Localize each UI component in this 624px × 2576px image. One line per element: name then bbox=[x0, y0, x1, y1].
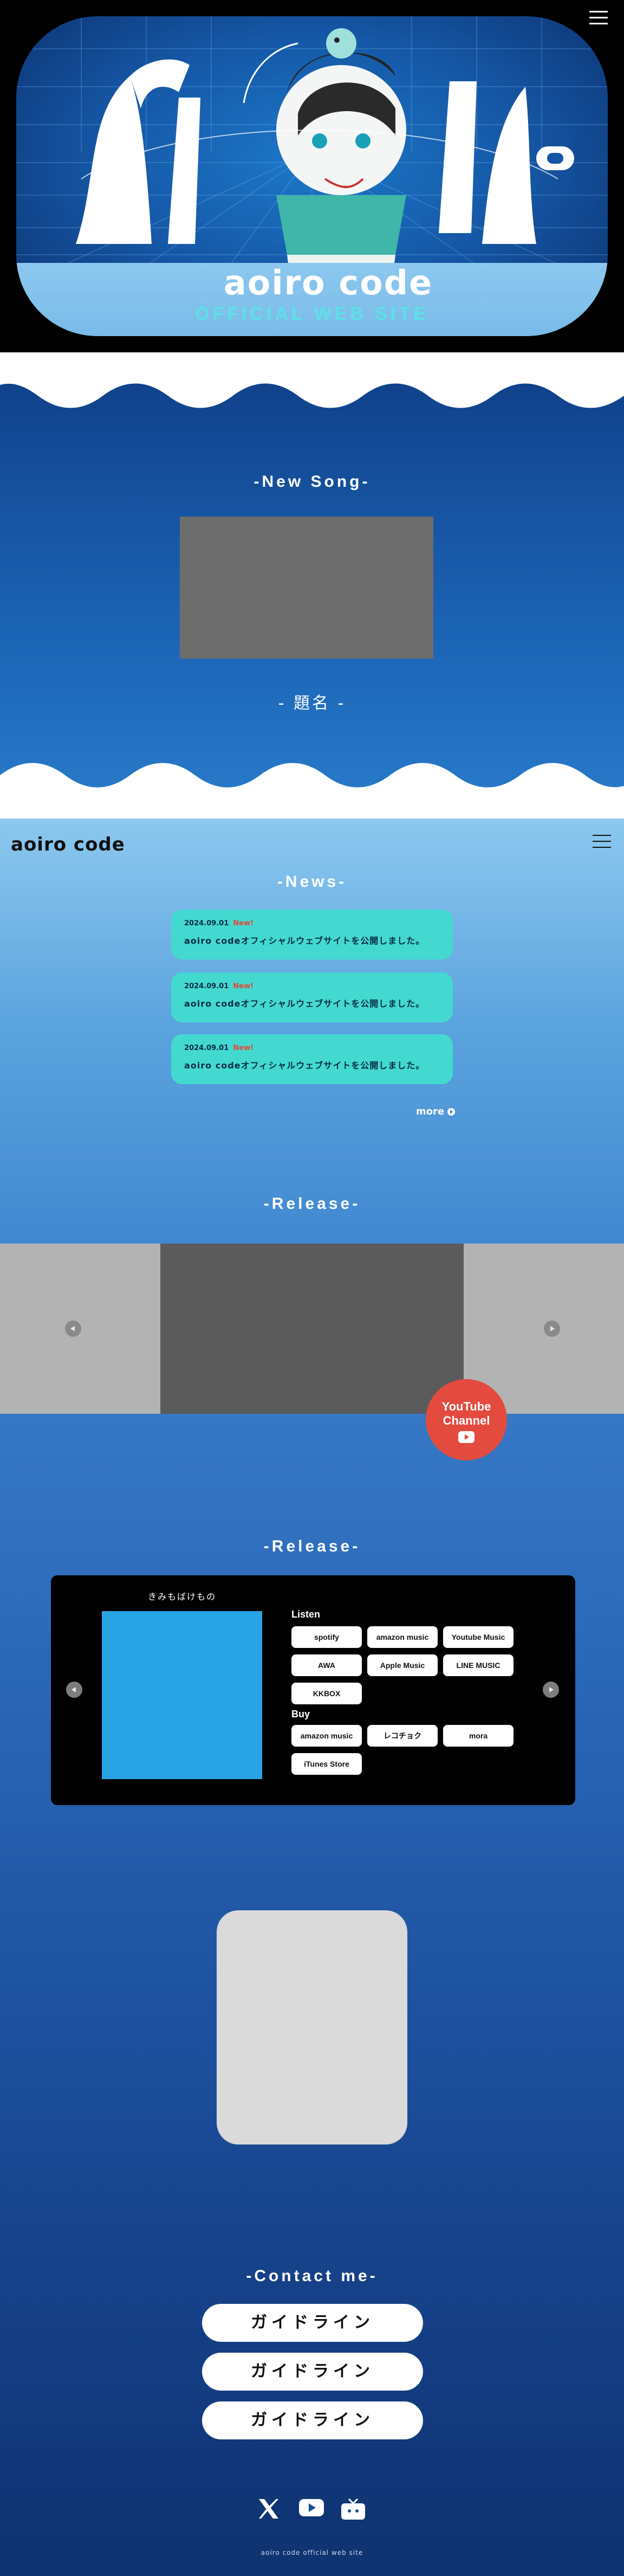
listen-link-apple-music[interactable]: Apple Music bbox=[367, 1654, 438, 1676]
new-song-title: -New Song- bbox=[253, 473, 370, 491]
buy-link-itunes-store[interactable]: iTunes Store bbox=[291, 1753, 362, 1775]
release-title: -Release- bbox=[263, 1537, 361, 1555]
menu-icon[interactable] bbox=[593, 835, 611, 849]
listen-heading: Listen bbox=[291, 1609, 321, 1620]
news-title: -News- bbox=[277, 873, 347, 891]
listen-link-amazon-music[interactable]: amazon music bbox=[367, 1626, 438, 1648]
news-item[interactable]: 2024.09.01 New! aoiro codeオフィシャルウェブサイトを公開… bbox=[171, 910, 453, 959]
news-item[interactable]: 2024.09.01 New! aoiro codeオフィシャルウェブサイトを公開… bbox=[171, 973, 453, 1022]
news-item[interactable]: 2024.09.01 New! aoiro codeオフィシャルウェブサイトを公開… bbox=[171, 1034, 453, 1084]
album-title: きみもばけもの bbox=[147, 1592, 216, 1602]
buy-link-amazon-music[interactable]: amazon music bbox=[291, 1725, 362, 1747]
carousel-prev-button[interactable] bbox=[65, 1321, 81, 1337]
news-date: 2024.09.01 bbox=[184, 982, 229, 990]
new-song-video[interactable] bbox=[180, 517, 433, 659]
buy-heading: Buy bbox=[291, 1709, 310, 1720]
new-badge: New! bbox=[233, 982, 253, 990]
buy-link-mora[interactable]: mora bbox=[443, 1725, 514, 1747]
hero-key-visual: aoiro code OFFICIAL WEB SITE bbox=[16, 16, 608, 336]
x-icon[interactable] bbox=[257, 2498, 281, 2520]
news-more-link[interactable]: more bbox=[416, 1106, 456, 1117]
release-next-button[interactable] bbox=[543, 1682, 559, 1698]
contact-title: -Contact me- bbox=[246, 2267, 378, 2285]
new-badge: New! bbox=[233, 919, 253, 928]
song-name: - 題名 - bbox=[278, 694, 346, 713]
carousel-next-button[interactable] bbox=[544, 1321, 560, 1337]
new-badge: New! bbox=[233, 1044, 253, 1052]
buy-link-recochoku[interactable]: レコチョク bbox=[367, 1725, 438, 1747]
listen-link-kkbox[interactable]: KKBOX bbox=[291, 1683, 362, 1704]
news-text: aoiro codeオフィシャルウェブサイトを公開しました。 bbox=[184, 1060, 425, 1071]
wave-divider-bottom bbox=[0, 763, 624, 819]
hero-logo: aoiro code bbox=[16, 263, 608, 336]
main-content: aoiro code -News- 2024.09.01 New! aoiro c… bbox=[0, 819, 624, 2576]
footer-copyright: aoiro code official web site bbox=[261, 2549, 363, 2556]
arrow-right-icon bbox=[447, 1108, 456, 1116]
profile-card bbox=[217, 1910, 407, 2144]
release-video-slide[interactable] bbox=[160, 1244, 464, 1414]
youtube-icon[interactable] bbox=[299, 2498, 324, 2517]
guideline-button[interactable]: ガイドライン bbox=[202, 2304, 423, 2342]
release-panel: きみもばけもの Listen spotify amazon music Yout… bbox=[51, 1575, 575, 1805]
news-date: 2024.09.01 bbox=[184, 1044, 229, 1052]
youtube-icon bbox=[458, 1431, 474, 1443]
news-text: aoiro codeオフィシャルウェブサイトを公開しました。 bbox=[184, 936, 425, 946]
guideline-button[interactable]: ガイドライン bbox=[202, 2401, 423, 2439]
listen-link-youtube-music[interactable]: Youtube Music bbox=[443, 1626, 514, 1648]
youtube-channel-button[interactable]: YouTube Channel bbox=[426, 1379, 507, 1460]
guideline-button[interactable]: ガイドライン bbox=[202, 2353, 423, 2391]
news-text: aoiro codeオフィシャルウェブサイトを公開しました。 bbox=[184, 999, 425, 1009]
release-video-carousel bbox=[0, 1244, 624, 1414]
hero-section: aoiro code OFFICIAL WEB SITE bbox=[0, 0, 624, 352]
news-date: 2024.09.01 bbox=[184, 919, 229, 928]
release-video-title: -Release- bbox=[263, 1195, 361, 1213]
tv-icon[interactable] bbox=[341, 2498, 365, 2520]
listen-link-awa[interactable]: AWA bbox=[291, 1654, 362, 1676]
listen-link-line-music[interactable]: LINE MUSIC bbox=[443, 1654, 514, 1676]
hero-subtitle: OFFICIAL WEB SITE bbox=[195, 304, 429, 324]
release-prev-button[interactable] bbox=[66, 1682, 82, 1698]
album-artwork[interactable] bbox=[102, 1611, 262, 1779]
listen-link-spotify[interactable]: spotify bbox=[291, 1626, 362, 1648]
wave-divider-top bbox=[0, 352, 624, 408]
site-logo[interactable]: aoiro code bbox=[11, 834, 125, 855]
